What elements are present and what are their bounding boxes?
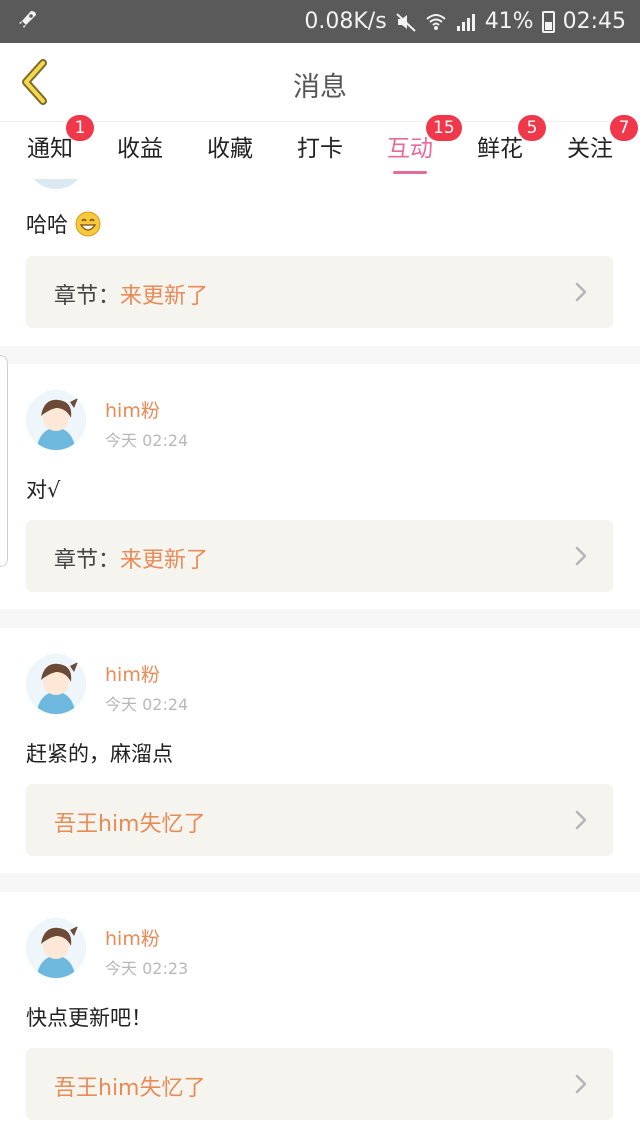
message-text: 哈哈	[26, 209, 101, 239]
timestamp: 今天 02:23	[105, 959, 189, 978]
tab-interaction[interactable]: 互动 15	[370, 115, 462, 180]
battery-icon	[541, 10, 555, 33]
tab-checkin[interactable]: 打卡	[280, 122, 360, 180]
avatar[interactable]	[26, 390, 86, 450]
page-title: 消息	[293, 72, 347, 103]
ref-text: 吾王him失忆了	[54, 1070, 206, 1102]
message-text: 对√	[26, 478, 61, 502]
ref-prefix: 章节：	[54, 284, 121, 309]
list-item: him粉 今天 02:24 赶紧的，麻溜点 吾王him失忆了	[0, 628, 640, 873]
avatar-image	[26, 654, 86, 714]
tab-badge: 1	[66, 115, 94, 141]
message-list[interactable]: 哈哈 章节：来更新了 him粉 今天 02:24 对√ 章节：来更新了 him粉…	[0, 179, 640, 1138]
list-item: 哈哈 章节：来更新了	[0, 179, 640, 346]
message-text: 赶紧的，麻溜点	[26, 742, 173, 766]
tab-bar: 通知 1 收益 收藏 打卡 互动 15 鲜花 5 关注 7	[0, 115, 640, 180]
username[interactable]: him粉	[105, 660, 160, 687]
battery-percent: 41%	[484, 9, 534, 34]
tab-label: 收益	[117, 136, 163, 162]
tab-earnings[interactable]: 收益	[100, 122, 180, 180]
tab-badge: 5	[518, 115, 546, 141]
network-speed: 0.08K/s	[304, 9, 387, 34]
side-drawer-handle[interactable]	[0, 355, 8, 567]
tab-label: 收藏	[207, 136, 253, 162]
ref-title: 吾王him失忆了	[54, 812, 206, 837]
tab-badge: 15	[426, 115, 462, 141]
chevron-right-icon	[575, 1074, 587, 1094]
active-tab-indicator	[393, 171, 427, 174]
signal-icon	[456, 13, 475, 31]
ref-title: 来更新了	[120, 284, 209, 309]
avatar	[26, 179, 86, 189]
status-bar: 0.08K/s 41% 02:45	[0, 0, 640, 43]
chapter-link[interactable]: 章节：来更新了	[26, 520, 613, 592]
avatar-image	[26, 918, 86, 978]
book-link[interactable]: 吾王him失忆了	[26, 784, 613, 856]
chevron-right-icon	[575, 810, 587, 830]
tab-follow[interactable]: 关注 7	[550, 115, 638, 180]
grin-emoji-icon	[75, 211, 101, 237]
tab-badge: 7	[610, 115, 638, 141]
tab-flowers[interactable]: 鲜花 5	[460, 115, 546, 180]
app-header: 消息	[0, 43, 640, 121]
book-link[interactable]: 吾王him失忆了	[26, 1048, 613, 1120]
mute-icon	[396, 12, 416, 32]
timestamp: 今天 02:24	[105, 431, 189, 450]
chevron-right-icon	[575, 546, 587, 566]
ref-prefix: 章节：	[54, 548, 121, 573]
avatar[interactable]	[26, 918, 86, 978]
tab-label: 打卡	[297, 136, 343, 162]
ref-title: 来更新了	[120, 548, 209, 573]
ref-text: 吾王him失忆了	[54, 806, 206, 838]
username[interactable]: him粉	[105, 924, 160, 951]
username[interactable]: him粉	[105, 396, 160, 423]
list-item: him粉 今天 02:24 对√ 章节：来更新了	[0, 364, 640, 609]
rocket-icon	[19, 11, 36, 28]
avatar[interactable]	[26, 654, 86, 714]
clock: 02:45	[562, 9, 626, 34]
tab-favorites[interactable]: 收藏	[190, 122, 270, 180]
tab-notice[interactable]: 通知 1	[10, 115, 94, 180]
ref-title: 吾王him失忆了	[54, 1076, 206, 1101]
chevron-right-icon	[575, 282, 587, 302]
message-text: 快点更新吧！	[26, 1006, 152, 1030]
wifi-icon	[426, 13, 446, 30]
chapter-link[interactable]: 章节：来更新了	[26, 256, 613, 328]
list-item: him粉 今天 02:23 快点更新吧！ 吾王him失忆了	[0, 892, 640, 1138]
timestamp: 今天 02:24	[105, 695, 189, 714]
ref-text: 章节：来更新了	[54, 278, 208, 310]
ref-text: 章节：来更新了	[54, 542, 208, 574]
avatar-image	[26, 390, 86, 450]
